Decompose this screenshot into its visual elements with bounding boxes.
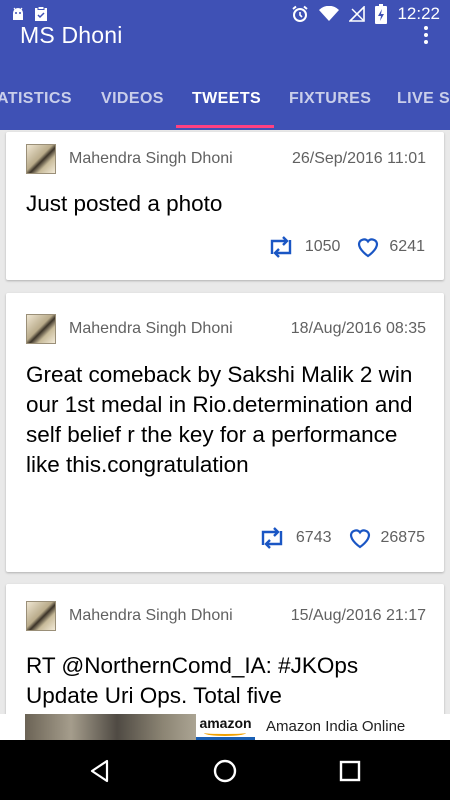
- back-icon[interactable]: [87, 758, 113, 784]
- heart-icon[interactable]: [356, 236, 380, 258]
- tweet-date: 26/Sep/2016 11:01: [291, 150, 426, 167]
- overflow-menu-icon[interactable]: [414, 20, 430, 50]
- heart-icon[interactable]: [348, 527, 372, 549]
- avatar: [26, 144, 56, 174]
- tab-statistics[interactable]: ATISTICS: [0, 72, 72, 128]
- like-count: 26875: [380, 529, 426, 546]
- tweet-card[interactable]: Mahendra Singh Dhoni 26/Sep/2016 11:01 J…: [6, 132, 444, 280]
- tweet-stats: 6743 26875: [257, 527, 425, 549]
- tweet-text: RT @NorthernComd_IA: #JKOps Update Uri O…: [26, 653, 359, 708]
- tab-bar: ATISTICS VIDEOS TWEETS FIXTURES LIVE SC: [0, 72, 450, 128]
- tweet-card[interactable]: Mahendra Singh Dhoni 18/Aug/2016 08:35 G…: [6, 293, 444, 572]
- navigation-bar: [0, 740, 450, 800]
- tweet-list[interactable]: Mahendra Singh Dhoni 26/Sep/2016 11:01 J…: [0, 130, 450, 740]
- retweet-icon[interactable]: [266, 236, 296, 258]
- retweet-count: 1050: [304, 238, 341, 255]
- home-icon[interactable]: [212, 758, 238, 784]
- ad-banner[interactable]: amazon Amazon India Online: [0, 714, 450, 740]
- app-title: MS Dhoni: [20, 21, 123, 48]
- tweet-author: Mahendra Singh Dhoni: [69, 320, 233, 337]
- tweet-author: Mahendra Singh Dhoni: [69, 607, 233, 624]
- retweet-icon[interactable]: [257, 527, 287, 549]
- tweet-date: 15/Aug/2016 21:17: [290, 607, 426, 624]
- tab-live-score[interactable]: LIVE SC: [397, 72, 450, 128]
- avatar: [26, 601, 56, 631]
- tweet-author: Mahendra Singh Dhoni: [69, 150, 233, 167]
- tweet-text: Just posted a photo: [26, 191, 223, 216]
- retweet-count: 6743: [295, 529, 332, 546]
- tweet-text: Great comeback by Sakshi Malik 2 win our…: [26, 362, 413, 477]
- tab-indicator: [176, 125, 274, 128]
- ad-text: Amazon India Online: [266, 718, 406, 735]
- tab-fixtures[interactable]: FIXTURES: [289, 72, 371, 128]
- recents-icon[interactable]: [337, 758, 363, 784]
- amazon-logo: amazon: [196, 714, 255, 740]
- tab-videos[interactable]: VIDEOS: [101, 72, 164, 128]
- avatar: [26, 314, 56, 344]
- tweet-stats: 1050 6241: [266, 236, 425, 258]
- like-count: 6241: [389, 238, 425, 255]
- tweet-date: 18/Aug/2016 08:35: [290, 320, 426, 337]
- tab-tweets[interactable]: TWEETS: [192, 72, 261, 128]
- app-bar: 12:22 MS Dhoni ATISTICS VIDEOS TWEETS FI…: [0, 0, 450, 130]
